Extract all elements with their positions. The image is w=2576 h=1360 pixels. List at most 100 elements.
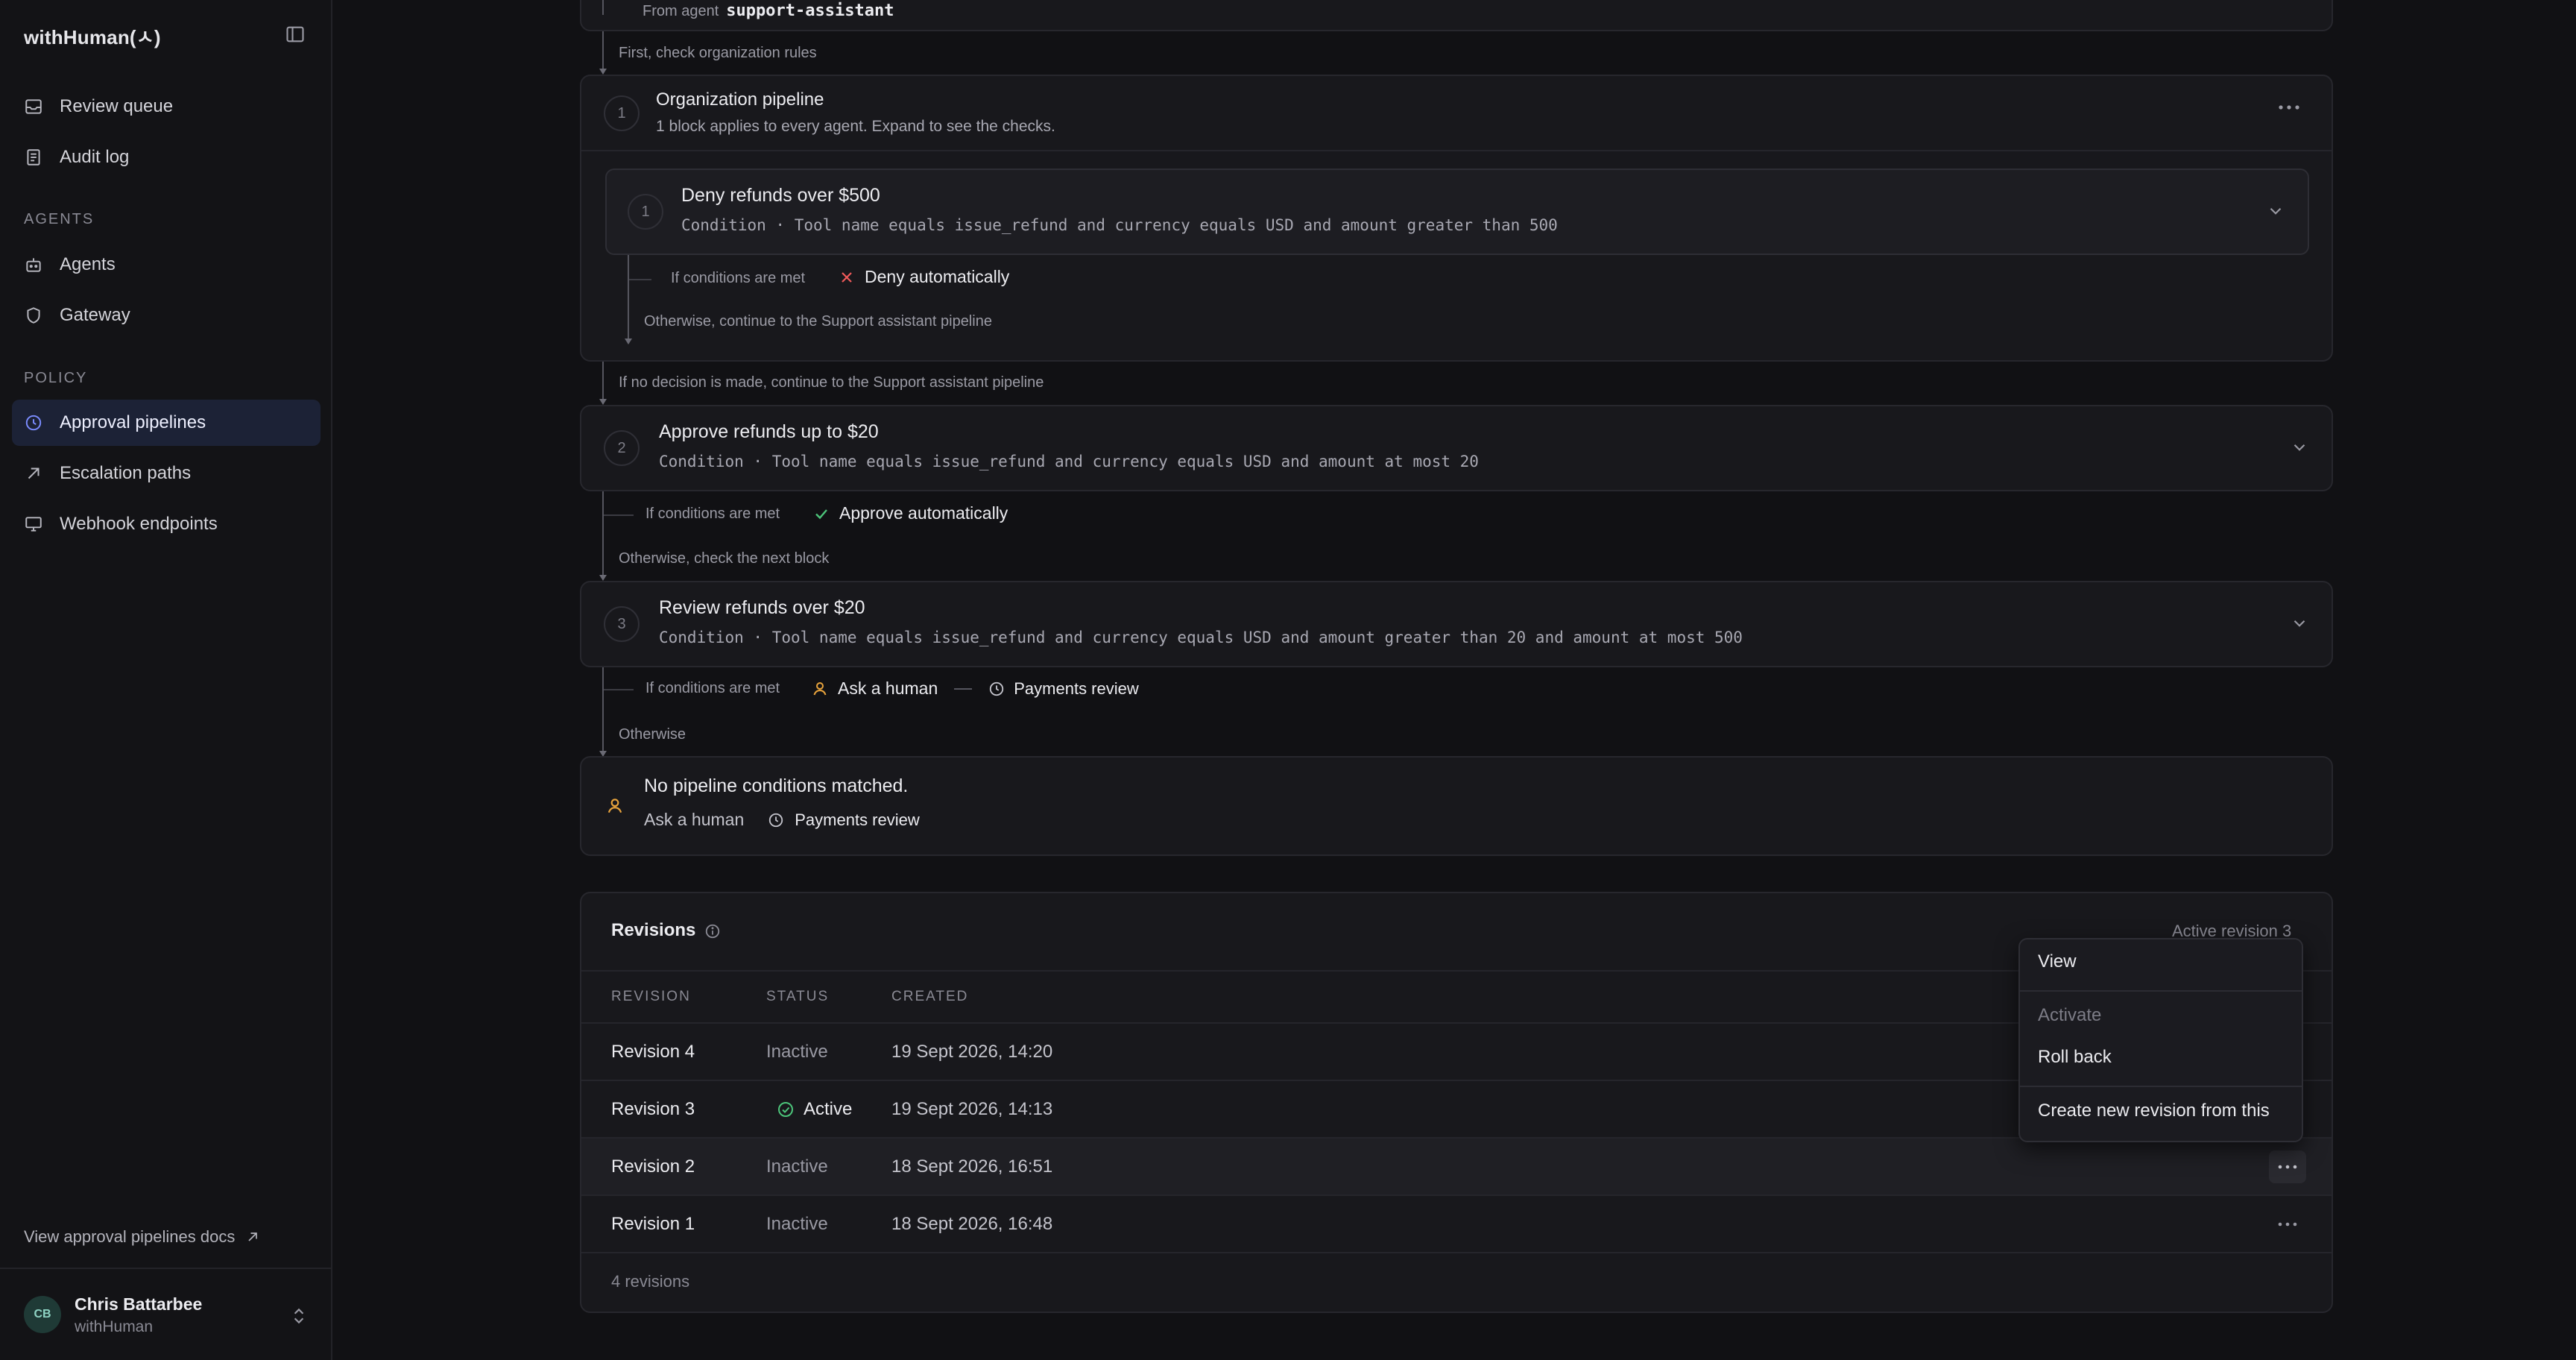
connector-line — [602, 31, 604, 73]
row-actions-button[interactable] — [2269, 1208, 2306, 1241]
connector-line — [602, 0, 604, 15]
block-title: Approve refunds up to $20 — [659, 421, 879, 442]
arrow-down-icon — [599, 399, 607, 405]
chevron-up-down-icon[interactable] — [289, 1305, 309, 1327]
sidebar-item-label: Webhook endpoints — [60, 514, 218, 534]
revision-created: 19 Sept 2026, 14:20 — [891, 1042, 1053, 1062]
sidebar-item-webhook-endpoints[interactable]: Webhook endpoints — [12, 501, 321, 547]
table-row[interactable]: Revision 2 Inactive 18 Sept 2026, 16:51 — [581, 1137, 2332, 1194]
sidebar-item-agents[interactable]: Agents — [12, 242, 321, 288]
otherwise-label: Otherwise — [619, 726, 686, 743]
sidebar-toggle-icon[interactable] — [285, 24, 306, 45]
menu-item-view[interactable]: View — [2038, 951, 2077, 972]
fallback-outcome: Ask a human Payments review — [644, 810, 920, 830]
revision-status: Inactive — [766, 1042, 828, 1062]
sidebar: withHuman(ㅅ) Review queue Audit log AGEN… — [0, 0, 332, 1360]
menu-separator — [2020, 990, 2302, 992]
check-icon — [815, 509, 827, 519]
arrow-down-icon — [599, 69, 607, 75]
revision-status: Inactive — [766, 1156, 828, 1177]
chevron-down-icon[interactable] — [2266, 201, 2285, 221]
outcome-label: Ask a human — [838, 679, 938, 698]
sidebar-item-review-queue[interactable]: Review queue — [12, 84, 321, 130]
block-condition: Condition · Tool name equals issue_refun… — [659, 629, 1743, 646]
otherwise-label: Otherwise, continue to the Support assis… — [644, 313, 992, 330]
sidebar-item-escalation-paths[interactable]: Escalation paths — [12, 450, 321, 497]
connector-line — [628, 255, 629, 343]
close-icon — [842, 271, 852, 283]
separator — [954, 687, 973, 690]
status-badge: Active — [777, 1099, 852, 1120]
org-pipeline-subtitle: 1 block applies to every agent. Expand t… — [656, 118, 1055, 135]
avatar[interactable]: CB — [24, 1296, 61, 1333]
step-number: 1 — [604, 95, 640, 131]
clock-icon — [990, 681, 1004, 696]
sidebar-item-label: Agents — [60, 254, 116, 274]
revisions-title: Revisions — [611, 920, 696, 940]
step-number: 1 — [628, 194, 663, 230]
org-pipeline-title: Organization pipeline — [656, 89, 824, 110]
clock-icon — [769, 813, 783, 827]
table-row[interactable]: Revision 1 Inactive 18 Sept 2026, 16:48 — [581, 1194, 2332, 1252]
revision-name: Revision 2 — [611, 1156, 695, 1177]
origin-agent: support-assistant — [726, 1, 894, 20]
queue-label: Payments review — [1014, 679, 1139, 698]
document-icon — [27, 149, 40, 166]
outcome-ask-human: Ask a human Payments review — [811, 679, 1139, 699]
chevron-down-icon[interactable] — [2290, 438, 2309, 457]
sidebar-item-audit-log[interactable]: Audit log — [12, 134, 321, 180]
revision-name: Revision 3 — [611, 1099, 695, 1119]
connector-line — [602, 667, 604, 755]
organization-pipeline-card: 1 Organization pipeline 1 block applies … — [580, 75, 2333, 362]
branch-line — [604, 689, 634, 690]
revision-status: Active — [804, 1099, 853, 1119]
menu-item-activate[interactable]: Activate — [2038, 1005, 2101, 1026]
column-header-revision: REVISION — [611, 989, 691, 1004]
divider — [581, 150, 2332, 151]
revision-created: 18 Sept 2026, 16:51 — [891, 1156, 1053, 1177]
arrow-down-icon — [625, 339, 632, 344]
sidebar-item-label: Audit log — [60, 147, 130, 167]
step-number: 2 — [604, 430, 640, 466]
origin-prefix: From agent — [643, 3, 719, 19]
outcome-deny: Deny automatically — [838, 267, 1009, 287]
chevron-down-icon[interactable] — [2290, 614, 2309, 633]
origin-card: From agent support-assistant — [580, 0, 2333, 31]
connector-label: First, check organization rules — [619, 45, 817, 61]
divider — [581, 1252, 2332, 1253]
block-deny-refunds[interactable]: 1 Deny refunds over $500 Condition · Too… — [605, 169, 2309, 255]
more-options-icon[interactable] — [2278, 104, 2300, 110]
user-name[interactable]: Chris Battarbee — [75, 1294, 202, 1315]
person-icon — [607, 799, 622, 813]
block-title: Review refunds over $20 — [659, 597, 865, 618]
menu-item-rollback[interactable]: Roll back — [2038, 1047, 2112, 1068]
branch-line — [604, 514, 634, 516]
if-label: If conditions are met — [645, 506, 780, 522]
revision-status: Inactive — [766, 1214, 828, 1234]
brand-logo: withHuman(ㅅ) — [24, 26, 161, 48]
person-icon — [813, 681, 827, 695]
sidebar-item-approval-pipelines[interactable]: Approval pipelines — [12, 400, 321, 446]
outcome-label: Ask a human — [644, 810, 745, 829]
revision-name: Revision 1 — [611, 1214, 695, 1234]
connector-line — [602, 491, 604, 579]
otherwise-label: Otherwise, check the next block — [619, 550, 830, 567]
info-icon[interactable] — [704, 923, 721, 939]
revision-created: 19 Sept 2026, 14:13 — [891, 1099, 1053, 1119]
row-actions-button[interactable] — [2269, 1150, 2306, 1183]
revision-created: 18 Sept 2026, 16:48 — [891, 1214, 1053, 1234]
block-approve-refunds[interactable]: 2 Approve refunds up to $20 Condition · … — [580, 405, 2333, 491]
docs-link[interactable]: View approval pipelines docs — [24, 1227, 260, 1247]
column-header-created: CREATED — [891, 989, 969, 1004]
external-link-icon — [248, 1232, 258, 1241]
connector-label: If no decision is made, continue to the … — [619, 374, 1044, 391]
menu-item-create-revision[interactable]: Create new revision from this — [2038, 1101, 2270, 1121]
revision-actions-menu: View Activate Roll back Create new revis… — [2018, 938, 2303, 1142]
sidebar-item-gateway[interactable]: Gateway — [12, 292, 321, 339]
menu-separator — [2020, 1086, 2302, 1087]
section-heading-agents: AGENTS — [24, 211, 95, 227]
block-review-refunds[interactable]: 3 Review refunds over $20 Condition · To… — [580, 581, 2333, 667]
section-heading-policy: POLICY — [24, 370, 88, 386]
sidebar-item-label: Gateway — [60, 305, 130, 325]
sidebar-item-label: Approval pipelines — [60, 412, 206, 432]
